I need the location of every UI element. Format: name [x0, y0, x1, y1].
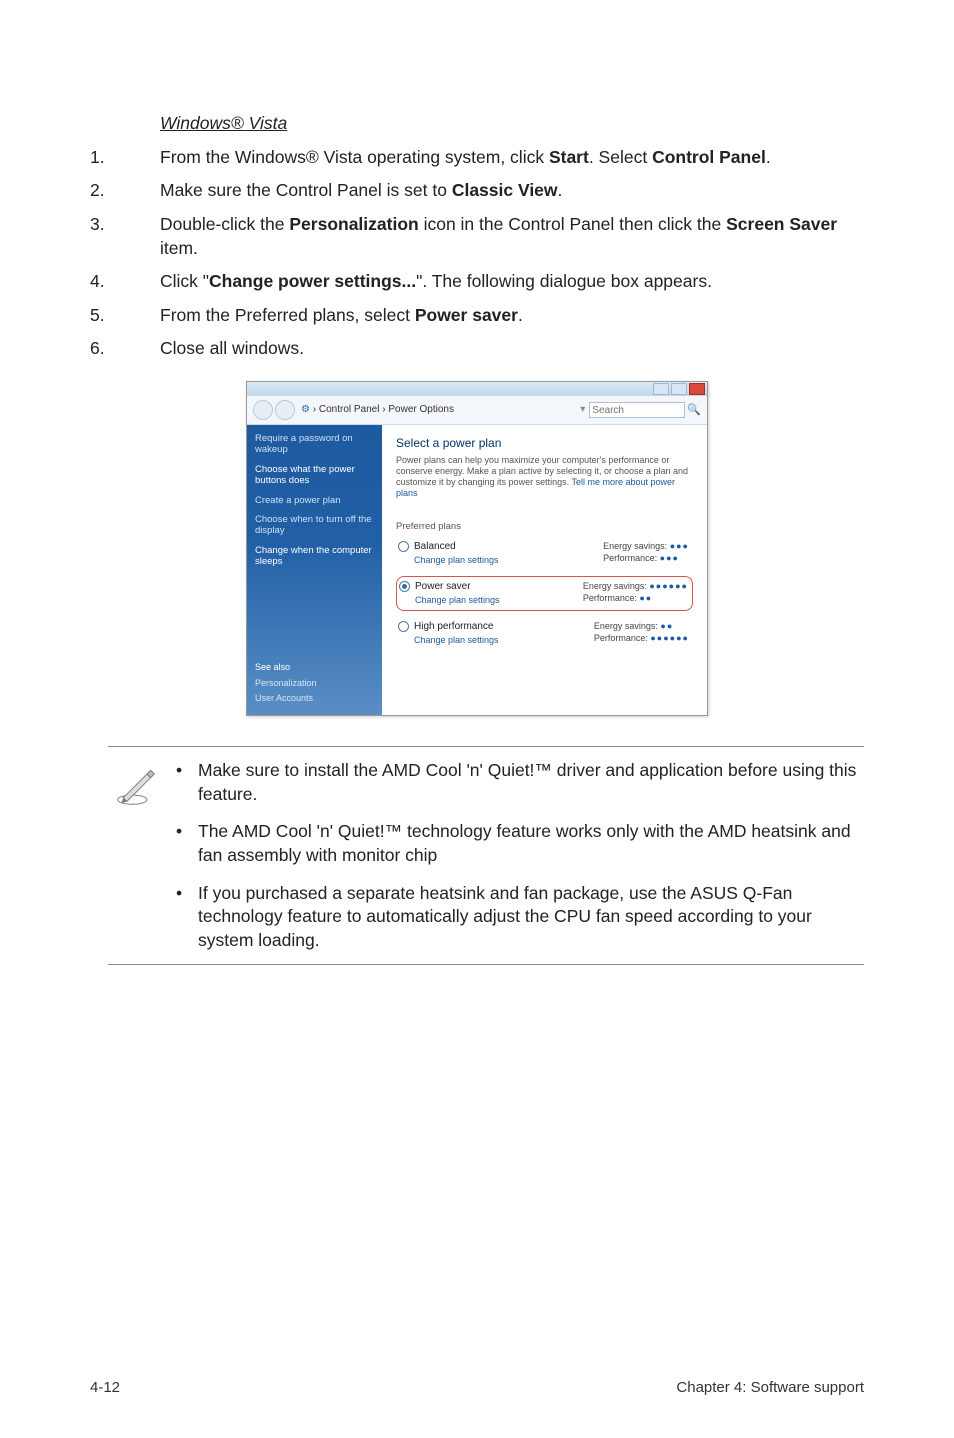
step-text: From the Windows® Vista operating system… — [160, 146, 864, 170]
notes-box: • Make sure to install the AMD Cool 'n' … — [108, 746, 864, 965]
subheading-windows-vista: Windows® Vista — [160, 112, 864, 136]
see-also-heading: See also — [255, 661, 374, 673]
plan-balanced[interactable]: Balanced Change plan settings Energy sav… — [396, 537, 693, 570]
bullet-icon: • — [176, 820, 198, 867]
step-number: 6. — [90, 337, 160, 361]
step-number: 1. — [90, 146, 160, 170]
chapter-label: Chapter 4: Software support — [676, 1378, 864, 1398]
bullet-icon: • — [176, 882, 198, 953]
sidebar-link[interactable]: Personalization — [255, 677, 374, 689]
maximize-button[interactable] — [671, 383, 687, 395]
nav-back-button[interactable] — [253, 400, 273, 420]
step-number: 3. — [90, 213, 160, 260]
step-text: Make sure the Control Panel is set to Cl… — [160, 179, 864, 203]
preferred-plans-label: Preferred plans — [396, 521, 693, 534]
note-text: If you purchased a separate heatsink and… — [198, 882, 858, 953]
change-plan-link[interactable]: Change plan settings — [414, 635, 499, 645]
minimize-button[interactable] — [653, 383, 669, 395]
change-plan-link[interactable]: Change plan settings — [415, 595, 500, 605]
pencil-icon — [114, 763, 158, 952]
main-panel: Select a power plan Power plans can help… — [382, 425, 707, 715]
page-footer: 4-12 Chapter 4: Software support — [90, 1378, 864, 1398]
page-number: 4-12 — [90, 1378, 120, 1398]
plan-high-performance[interactable]: High performance Change plan settings En… — [396, 617, 693, 650]
page-title: Select a power plan — [396, 435, 693, 451]
sidebar-link[interactable]: User Accounts — [255, 692, 374, 704]
plan-power-saver[interactable]: Power saver Change plan settings Energy … — [396, 576, 693, 611]
tasks-sidebar: Require a password on wakeup Choose what… — [247, 425, 382, 715]
address-bar: ⚙ › Control Panel › Power Options ▾ 🔍 — [247, 396, 707, 425]
sidebar-item[interactable]: Choose what the power buttons does — [255, 464, 374, 487]
power-options-screenshot: ⚙ › Control Panel › Power Options ▾ 🔍 Re… — [246, 381, 708, 716]
step-text: Double-click the Personalization icon in… — [160, 213, 864, 260]
search-input[interactable] — [589, 402, 685, 418]
steps-list: 1. From the Windows® Vista operating sys… — [90, 146, 864, 361]
breadcrumb[interactable]: ⚙ › Control Panel › Power Options — [301, 403, 574, 417]
radio-icon[interactable] — [399, 581, 410, 592]
note-text: The AMD Cool 'n' Quiet!™ technology feat… — [198, 820, 858, 867]
step-text: Close all windows. — [160, 337, 864, 361]
nav-forward-button[interactable] — [275, 400, 295, 420]
step-number: 2. — [90, 179, 160, 203]
window-titlebar — [247, 382, 707, 396]
step-text: Click "Change power settings...". The fo… — [160, 270, 864, 294]
search-icon[interactable]: 🔍 — [687, 403, 701, 418]
step-number: 5. — [90, 304, 160, 328]
radio-icon[interactable] — [398, 621, 409, 632]
page-description: Power plans can help you maximize your c… — [396, 455, 693, 498]
step-number: 4. — [90, 270, 160, 294]
sidebar-item[interactable]: Create a power plan — [255, 495, 374, 506]
bullet-icon: • — [176, 759, 198, 806]
radio-icon[interactable] — [398, 541, 409, 552]
note-text: Make sure to install the AMD Cool 'n' Qu… — [198, 759, 858, 806]
step-text: From the Preferred plans, select Power s… — [160, 304, 864, 328]
close-button[interactable] — [689, 383, 705, 395]
sidebar-item[interactable]: Choose when to turn off the display — [255, 514, 374, 537]
change-plan-link[interactable]: Change plan settings — [414, 555, 499, 565]
sidebar-item[interactable]: Change when the computer sleeps — [255, 545, 374, 568]
sidebar-item[interactable]: Require a password on wakeup — [255, 433, 374, 456]
search-chevron-icon[interactable]: ▾ — [580, 403, 585, 417]
